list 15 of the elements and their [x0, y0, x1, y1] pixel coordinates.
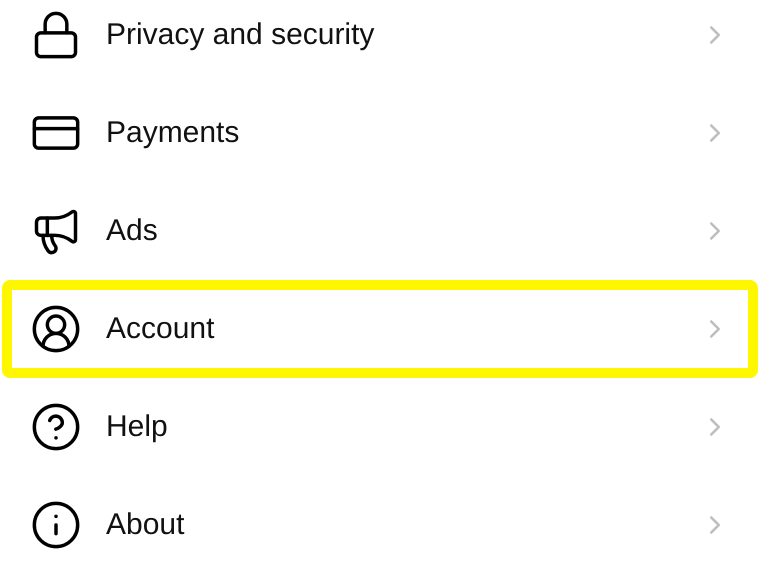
- item-label: Account: [106, 312, 216, 346]
- settings-item[interactable]: Ads: [2, 182, 758, 280]
- settings-item[interactable]: Privacy and security: [2, 0, 758, 84]
- item-label: About: [106, 508, 186, 542]
- info-icon: [30, 499, 82, 551]
- settings-item[interactable]: About: [2, 476, 758, 566]
- settings-item[interactable]: Payments: [2, 84, 758, 182]
- item-label: Payments: [106, 116, 240, 150]
- item-label: Privacy and security: [106, 18, 376, 52]
- user-circle-icon: [30, 303, 82, 355]
- help-icon: [30, 401, 82, 453]
- settings-item[interactable]: Help: [2, 378, 758, 476]
- settings-item[interactable]: Account: [2, 280, 758, 378]
- item-label: Ads: [106, 214, 159, 248]
- item-label: Help: [106, 410, 169, 444]
